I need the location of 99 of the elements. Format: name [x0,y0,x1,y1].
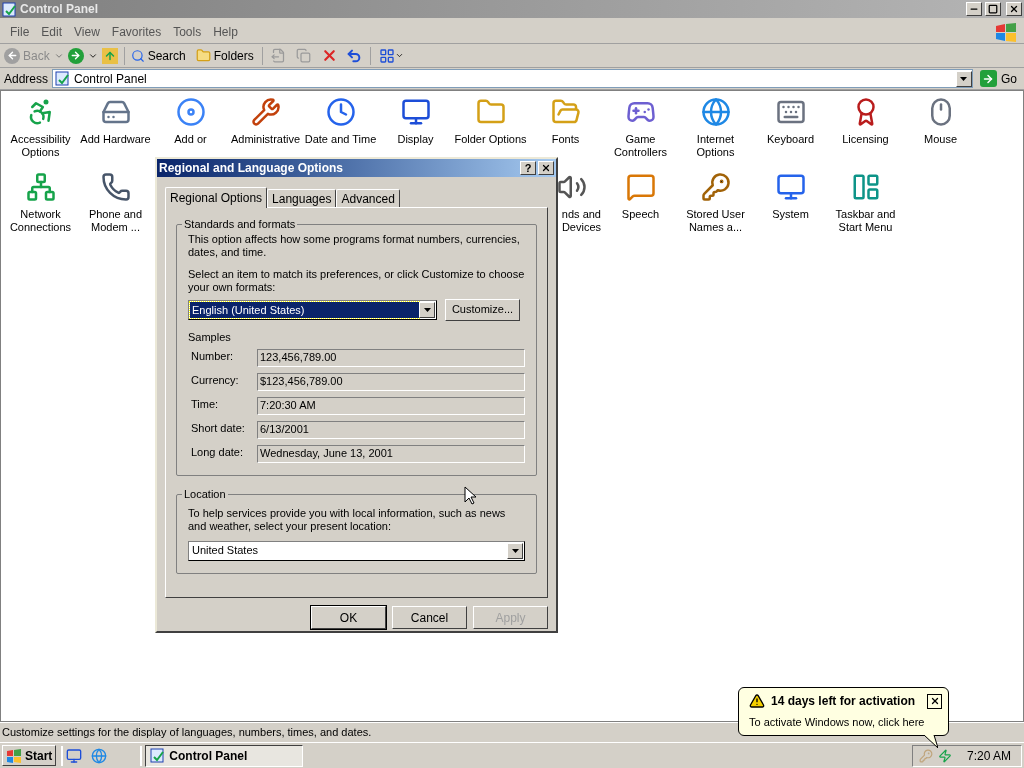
description-text: To help services provide you with local information, such as news and weather, select your present location: [188,506,507,533]
item-label[interactable]: Administrative [229,133,302,146]
restore-icon [988,4,998,14]
dialog-button[interactable]: Cancel [392,606,467,629]
close-icon [929,696,940,706]
sample-label: Number: [190,348,235,364]
tab[interactable]: Languages [267,189,337,207]
item-label[interactable]: Fonts [550,133,581,146]
dialog-title: Regional and Language Options [159,160,344,177]
dropdown-arrow-icon [511,548,519,553]
sample-label: Time: [190,396,220,412]
item-label[interactable]: Network Connections [3,208,78,234]
item-label[interactable]: System [771,208,810,221]
group-label: Location [183,487,227,502]
dropdown-arrow-icon [423,307,431,312]
restore-button[interactable] [985,2,1001,16]
start-button[interactable]: Start [2,745,57,766]
sample-label: Long date: [190,444,244,460]
keys-icon [700,172,731,202]
control-panel-icon [2,1,17,17]
group-label: Standards and formats [183,217,297,232]
item-label[interactable]: Internet Options [678,133,753,159]
browser-icon[interactable] [91,747,108,764]
tab[interactable]: Advanced [336,189,400,207]
item-label[interactable]: Taskbar and Start Menu [828,208,903,234]
item-label[interactable]: Display [396,133,435,146]
balloon-tail [924,735,938,748]
window-title: Control Panel [20,1,99,18]
control-panel-icon [55,71,71,86]
help-button[interactable]: ? [520,161,536,175]
format-dropdown[interactable]: English (United States) [188,299,437,320]
description-text: This option affects how some programs format numbers, currencies, dates, and time. [188,232,521,259]
close-button[interactable] [927,693,942,709]
item-label[interactable]: Licensing [841,133,890,146]
globe-icon [700,97,731,127]
sample-label: Short date: [190,420,246,436]
warning-icon [749,693,765,709]
item-label[interactable]: Game Controllers [603,133,678,159]
dialog-button[interactable]: OK [311,606,386,629]
windows-flag-icon [994,21,1018,42]
go-button[interactable]: Go [977,69,1020,88]
sample-field: 123,456,789.00 [257,349,525,367]
balloon-tooltip[interactable]: 14 days left for activation To activate Windows now, click here [738,687,949,736]
menu-item[interactable]: Help [207,22,244,41]
desktop-icon[interactable] [66,747,83,764]
item-label[interactable]: Date and Time [303,133,378,146]
tools-icon [250,97,281,127]
address-label: Address [4,70,49,88]
customize-button[interactable]: Customize... [445,298,520,321]
item-label[interactable]: Keyboard [765,133,816,146]
network-icon [25,172,56,202]
item-label[interactable]: Stored User Names a... [678,208,753,234]
disc-icon [175,97,206,127]
sample-field: Wednesday, June 13, 2001 [257,445,525,463]
forward-icon[interactable] [67,47,84,64]
sample-field: 7:20:30 AM [257,397,525,415]
speech-icon [625,172,656,202]
item-label[interactable]: Phone and Modem ... [78,208,153,234]
item-label[interactable]: Mouse [923,133,958,146]
item-label[interactable]: nds and Devices [557,208,601,234]
sample-field: 6/13/2001 [257,421,525,439]
balloon-title: 14 days left for activation [771,693,917,710]
location-dropdown[interactable]: United States [188,540,525,561]
sample-label: Currency: [190,372,240,388]
clock-icon [325,97,356,127]
mouse-cursor-icon [464,486,476,505]
windows-flag-icon [6,748,22,763]
dropdown-arrow-icon [960,76,968,81]
menu-item[interactable]: Tools [167,22,208,41]
item-label[interactable]: Speech [620,208,661,221]
taskbar-button[interactable]: Control Panel [145,744,304,767]
phone-icon [100,172,131,202]
sample-field: $123,456,789.00 [257,373,525,391]
computer-icon [775,172,806,202]
control-panel-icon [150,748,166,763]
folders-button[interactable]: Folders [195,46,254,65]
minimize-button[interactable] [966,2,982,16]
menu-item[interactable]: File [4,22,36,41]
views-icon[interactable] [378,47,404,64]
item-label[interactable]: Folder Options [453,133,528,146]
close-icon [541,163,551,173]
item-label[interactable]: Add or [173,133,208,146]
balloon-text[interactable]: To activate Windows now, click here [749,714,938,731]
prompt-text: Select an item to match its preferences, or click Customize to choose your own formats: [188,267,525,294]
close-icon [1009,4,1019,14]
address-field[interactable]: Control Panel [52,69,973,88]
tab[interactable]: Regional Options [165,187,268,208]
samples-label: Samples [188,329,232,345]
monitor-icon [400,97,431,127]
folder-icon [195,48,211,63]
clock: 7:20 AM [966,747,1011,765]
menu-item[interactable]: Edit [35,22,69,41]
menu-item[interactable]: View [68,22,106,41]
item-label[interactable]: Add Hardware [79,133,152,146]
item-label[interactable]: Accessibility Options [3,133,78,159]
menu-item[interactable]: Favorites [105,22,168,41]
search-button[interactable]: Search [130,46,186,65]
undo-icon[interactable] [345,47,362,64]
search-icon [130,48,145,63]
